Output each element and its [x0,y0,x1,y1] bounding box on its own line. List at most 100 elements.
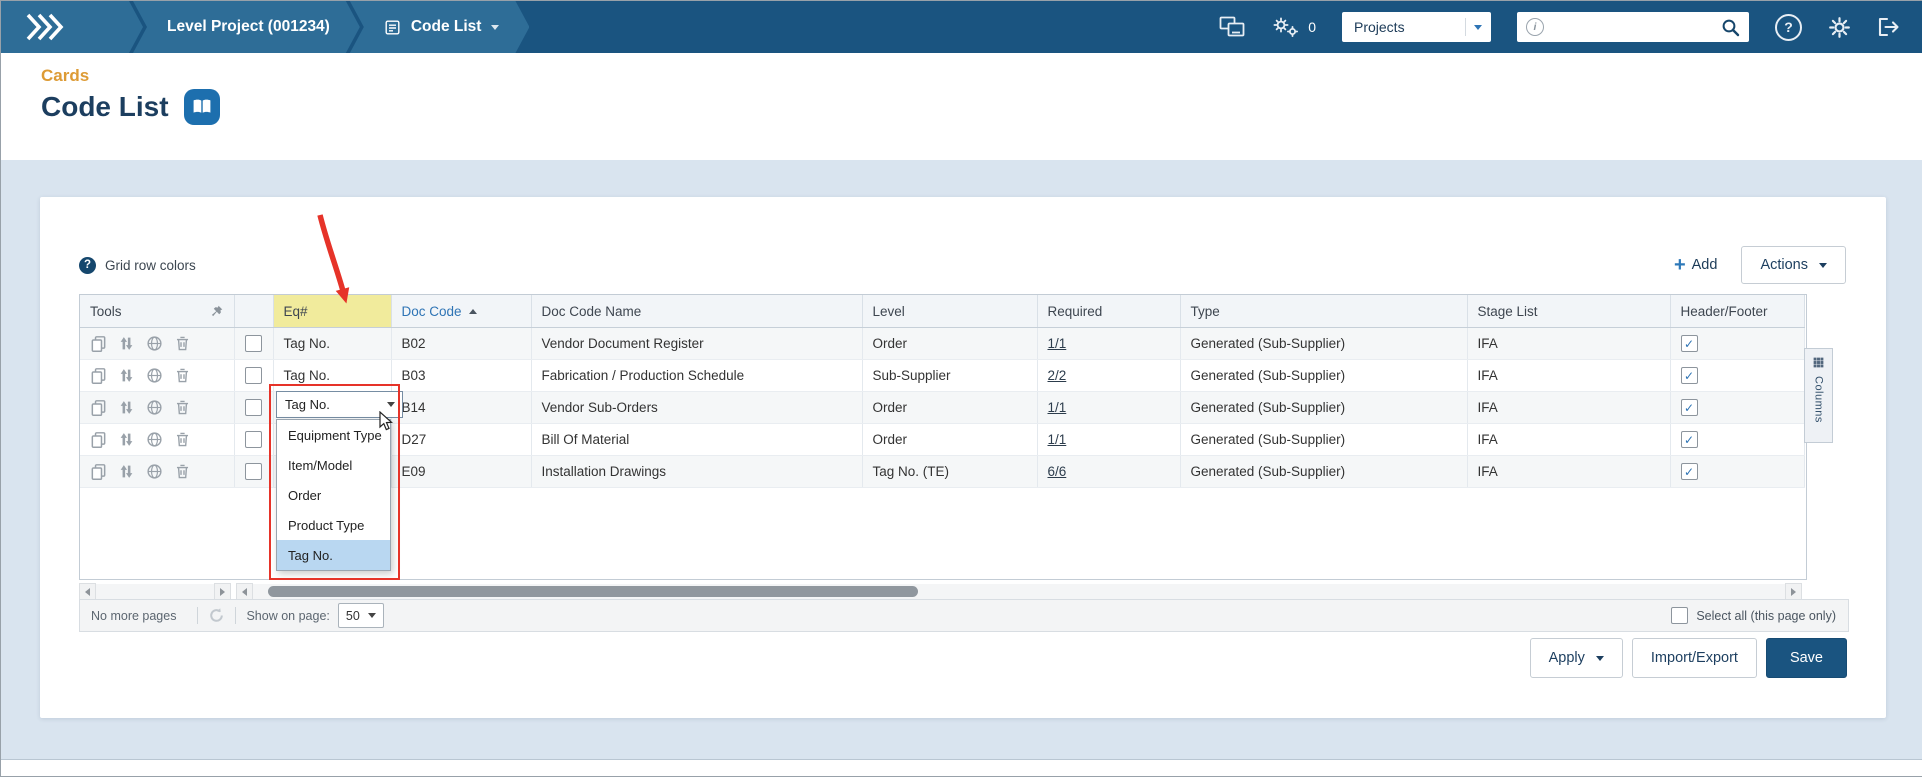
page-size-select[interactable]: 50 [337,603,384,628]
header-footer-checkbox[interactable] [1680,463,1698,480]
info-icon[interactable] [1526,18,1544,36]
scroll-left-button[interactable] [79,583,96,600]
header-doc-code[interactable]: Doc Code [391,295,532,328]
option-order[interactable]: Order [277,480,390,510]
plus-icon [1674,255,1686,275]
topbar: Level Project (001234) Code List 0 Proje… [1,1,1922,53]
select-all-label: Select all (this page only) [1696,608,1836,623]
scroll-thumb[interactable] [268,586,918,597]
header-required[interactable]: Required [1037,295,1181,328]
header-footer-checkbox[interactable] [1680,335,1698,352]
scroll-right-button[interactable] [214,583,231,600]
option-item-model[interactable]: Item/Model [277,450,390,480]
doc-code-cell: B14 [391,391,532,424]
divider [1465,18,1466,36]
row-checkbox[interactable] [244,399,262,416]
logout-icon[interactable] [1877,16,1901,38]
required-link[interactable]: 2/2 [1048,368,1067,383]
select-cell [234,455,274,488]
option-product-type[interactable]: Product Type [277,510,390,540]
background-jobs[interactable]: 0 [1271,15,1316,39]
delete-icon[interactable] [174,367,191,384]
copy-icon[interactable] [90,367,107,384]
pager-bar: No more pages Show on page: 50 Select al… [79,599,1849,632]
required-link[interactable]: 6/6 [1048,464,1067,479]
globe-icon[interactable] [146,399,163,416]
import-export-label: Import/Export [1650,650,1738,666]
codelist-tab-icon [384,19,401,36]
scroll-right-button[interactable] [1785,583,1802,600]
globe-icon[interactable] [146,431,163,448]
copy-icon[interactable] [90,431,107,448]
import-export-button[interactable]: Import/Export [1631,638,1757,678]
row-checkbox[interactable] [244,335,262,352]
header-header-footer[interactable]: Header/Footer [1670,295,1805,328]
header-footer-checkbox[interactable] [1680,399,1698,416]
header-footer-checkbox[interactable] [1680,431,1698,448]
stage-list-cell: IFA [1467,423,1671,456]
distribute-icon[interactable] [118,335,135,352]
required-link[interactable]: 1/1 [1048,432,1067,447]
select-all-checkbox[interactable] [1671,607,1689,624]
actions-button[interactable]: Actions [1741,246,1846,284]
grid-row-colors[interactable]: Grid row colors [79,256,196,274]
documentation-book-icon[interactable] [183,89,220,125]
globe-icon[interactable] [146,367,163,384]
copy-icon[interactable] [90,335,107,352]
copy-icon[interactable] [90,399,107,416]
delete-icon[interactable] [174,431,191,448]
type-cell: Generated (Sub-Supplier) [1180,327,1468,360]
header-footer-cell [1670,391,1805,424]
row-checkbox[interactable] [244,431,262,448]
breadcrumb-codelist-tab[interactable]: Code List [350,1,530,53]
screens-icon[interactable] [1219,16,1245,38]
delete-icon[interactable] [174,399,191,416]
tools-cell [80,455,235,488]
required-link[interactable]: 1/1 [1048,400,1067,415]
breadcrumb-project-tab[interactable]: Level Project (001234) [133,1,360,53]
distribute-icon[interactable] [118,367,135,384]
globe-icon[interactable] [146,463,163,480]
row-checkbox[interactable] [244,463,262,480]
scroll-track [253,584,1785,599]
save-button[interactable]: Save [1765,638,1847,678]
help-icon[interactable] [1775,13,1802,41]
header-type[interactable]: Type [1180,295,1468,328]
settings-gear-icon[interactable] [1828,16,1851,39]
required-link[interactable]: 1/1 [1048,336,1067,351]
apply-button[interactable]: Apply [1529,638,1623,678]
refresh-icon[interactable] [208,607,225,624]
search-icon[interactable] [1721,18,1740,37]
header-stage-list[interactable]: Stage List [1467,295,1671,328]
eq-type-select[interactable]: Tag No. [276,391,403,418]
copy-icon[interactable] [90,463,107,480]
doc-code-name-cell: Vendor Document Register [531,327,863,360]
eq-cell[interactable]: Tag No. [273,359,392,392]
globe-icon[interactable] [146,335,163,352]
option-equipment-type[interactable]: Equipment Type [277,420,390,450]
scope-selector[interactable]: Projects [1342,12,1491,42]
add-button[interactable]: Add [1674,255,1718,275]
header-doc-code-name[interactable]: Doc Code Name [531,295,863,328]
option-tag-no[interactable]: Tag No. [277,540,390,570]
header-footer-cell [1670,327,1805,360]
header-eq[interactable]: Eq# [273,295,392,328]
columns-tab[interactable]: Columns [1804,348,1833,443]
select-cell [234,327,274,360]
distribute-icon[interactable] [118,431,135,448]
header-footer-checkbox[interactable] [1680,367,1698,384]
doc-code-cell: B03 [391,359,532,392]
header-level[interactable]: Level [862,295,1038,328]
distribute-icon[interactable] [118,463,135,480]
delete-icon[interactable] [174,335,191,352]
pin-icon[interactable] [209,304,224,319]
delete-icon[interactable] [174,463,191,480]
search-input[interactable] [1552,18,1713,36]
row-checkbox[interactable] [244,367,262,384]
add-label: Add [1691,257,1718,273]
search-box [1517,12,1749,42]
distribute-icon[interactable] [118,399,135,416]
home-logo[interactable] [1,1,143,53]
eq-cell[interactable]: Tag No. [273,327,392,360]
scroll-left-button[interactable] [236,583,253,600]
